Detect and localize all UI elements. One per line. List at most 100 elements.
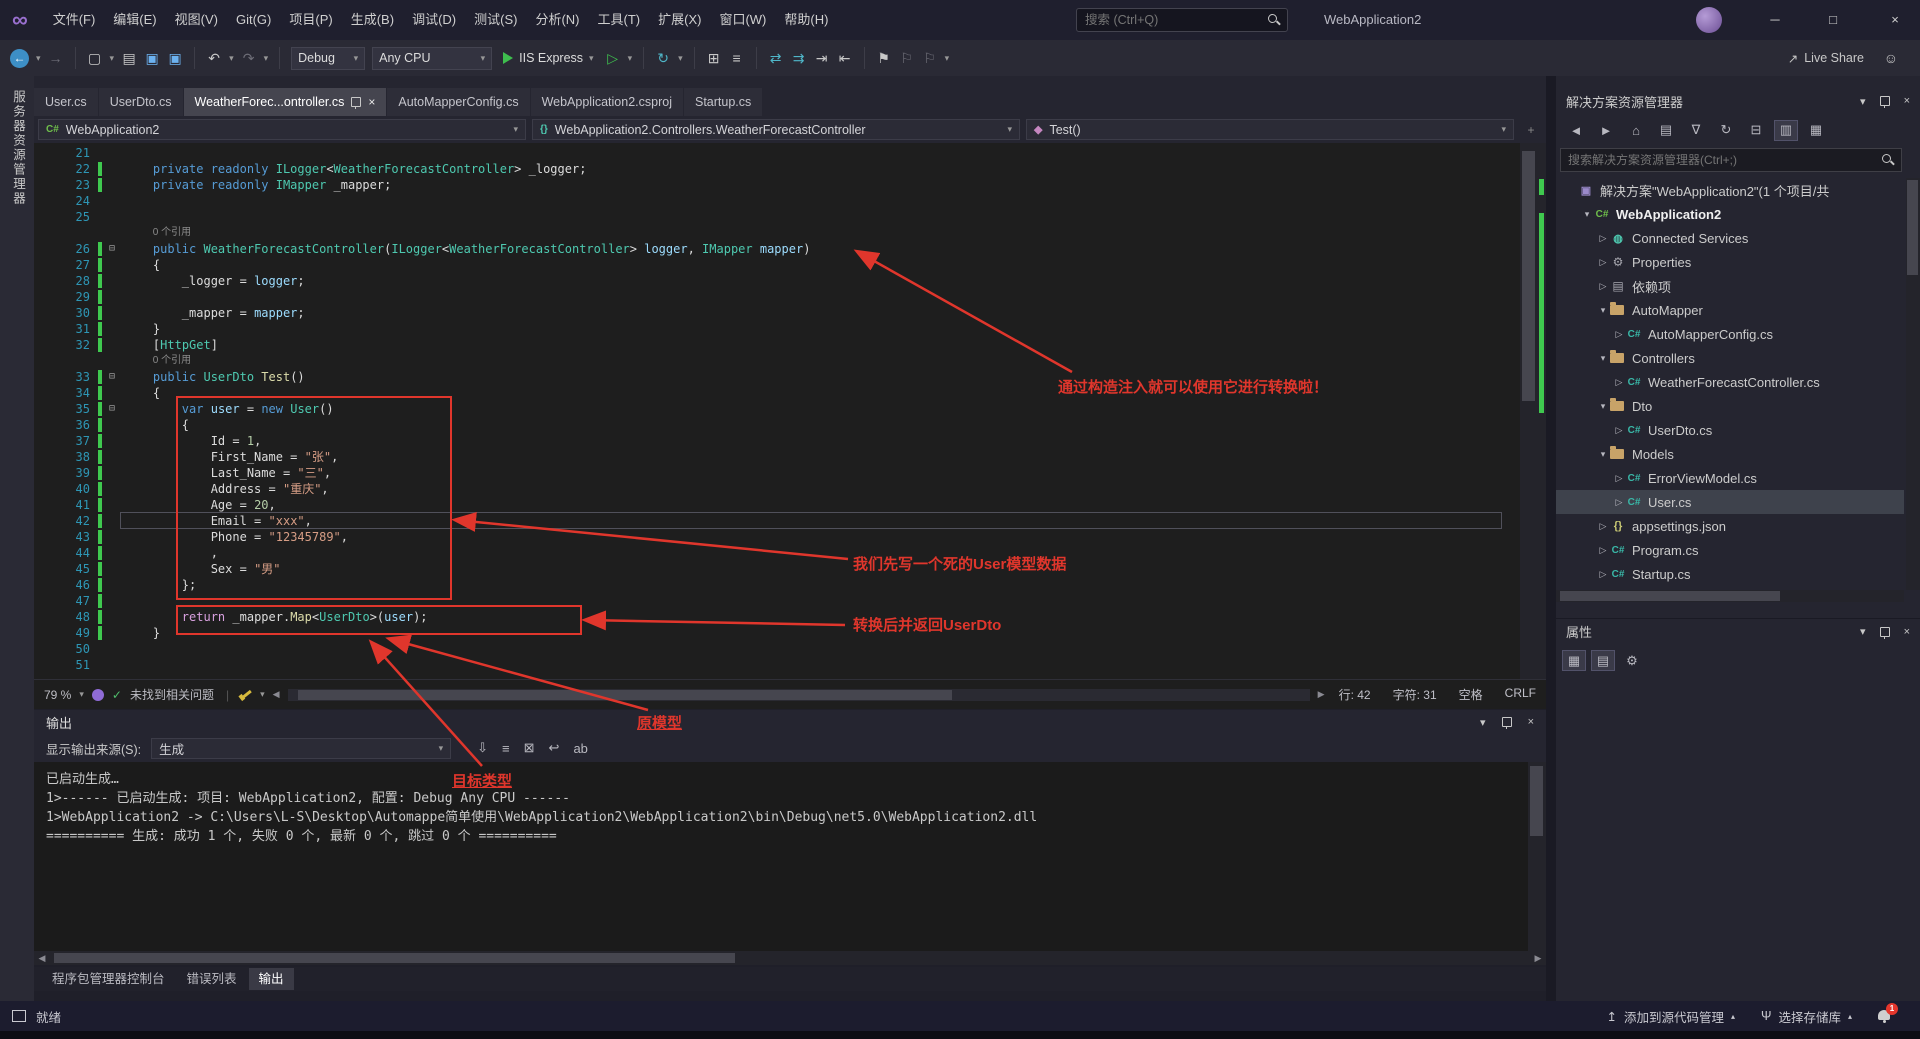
tree-item-Connected Services[interactable]: ▷ ◍ Connected Services [1556,226,1904,250]
live-share-button[interactable]: ↗ Live Share [1788,40,1864,76]
code-line-34[interactable]: 34 { [34,385,1546,401]
home-icon[interactable]: ⌂ [1624,120,1648,141]
editor-horizontal-scrollbar[interactable] [287,688,1310,701]
alphabetical-icon[interactable]: ▤ [1591,650,1615,671]
line-ending-indicator[interactable]: CRLF [1505,686,1536,703]
tree-item-appsettings.json[interactable]: ▷{} appsettings.json [1556,514,1904,538]
scroll-right-icon[interactable]: ▶ [1530,953,1546,964]
menu-item-窗口(W)[interactable]: 窗口(W) [710,0,775,40]
minimize-button[interactable]: ─ [1752,0,1798,40]
solution-configuration-combo[interactable]: Debug ▾ [291,46,366,70]
editor-vertical-scrollbar[interactable] [1520,143,1546,679]
tree-item-WebApplication2[interactable]: ▾ C# WebApplication2 [1556,202,1904,226]
close-icon[interactable]: × [1904,95,1910,107]
expand-arrow-icon[interactable]: ▷ [1596,281,1610,292]
new-project-icon[interactable]: ▢ [87,48,103,68]
scrollbar-thumb[interactable] [1907,180,1918,275]
chevron-down-icon[interactable]: ▾ [1860,625,1866,638]
next-bookmark-icon[interactable]: ⚐ [922,48,938,68]
menu-item-视图(V)[interactable]: 视图(V) [166,0,227,40]
menu-item-生成(B)[interactable]: 生成(B) [342,0,403,40]
toggle-wrap-icon[interactable]: ↩ [549,740,560,756]
expand-arrow-icon[interactable]: ▾ [1596,353,1610,364]
menu-item-项目(P)[interactable]: 项目(P) [280,0,341,40]
scroll-left-icon[interactable]: ◀ [34,953,50,964]
expand-arrow-icon[interactable]: ▷ [1596,545,1610,556]
expand-arrow-icon[interactable]: ▾ [1596,449,1610,460]
open-file-icon[interactable]: ▤ [121,48,137,68]
code-line-35[interactable]: 35 ⊟ var user = new User() [34,401,1546,417]
feedback-icon[interactable]: ☺ [1884,40,1898,76]
output-panel-header[interactable]: 输出 ▾ × [34,710,1546,734]
zoom-dropdown-icon[interactable]: ▾ [79,689,84,700]
document-health-icon[interactable] [91,688,104,701]
select-repository-button[interactable]: Ψ 选择存储库 ▴ [1761,1007,1852,1026]
code-line-47[interactable]: 47 [34,593,1546,609]
pin-icon[interactable] [1879,626,1890,639]
code-line-46[interactable]: 46 }; [34,577,1546,593]
project-dropdown[interactable]: C# WebApplication2 ▾ [38,119,526,140]
display-lines-icon[interactable]: ⇉ [791,48,807,68]
panel-tab-错误列表[interactable]: 错误列表 [177,968,247,990]
redo-icon[interactable]: ↷ [241,48,257,68]
add-to-source-control-button[interactable]: ↥ 添加到源代码管理 ▴ [1607,1007,1736,1026]
navigate-back-dropdown[interactable]: ▾ [36,53,41,64]
clear-all-icon[interactable]: ⊠ [524,740,535,756]
save-all-icon[interactable]: ▣ [167,48,183,68]
expand-arrow-icon[interactable]: ▷ [1612,377,1626,388]
close-icon[interactable]: × [368,95,375,109]
tree-item-UserDto.cs[interactable]: ▷ C# UserDto.cs [1556,418,1904,442]
run-target-dropdown[interactable]: ▾ [628,53,633,64]
switch-views-icon[interactable]: ▤ [1654,120,1678,141]
chevron-down-icon[interactable]: ▾ [1860,95,1866,108]
bookmark-icon[interactable]: ⚑ [876,48,892,68]
panel-tab-输出[interactable]: 输出 [248,968,294,990]
tree-horizontal-scrollbar[interactable] [1556,590,1904,602]
tab-Startup.cs[interactable]: Startup.cs [683,88,763,116]
menu-item-编辑(E)[interactable]: 编辑(E) [104,0,165,40]
code-line-51[interactable]: 51 [34,657,1546,673]
back-icon[interactable]: ◄ [1564,120,1588,141]
scrollbar-thumb[interactable] [1522,151,1535,401]
redo-dropdown[interactable]: ▾ [264,53,269,64]
find-in-files-icon[interactable]: ⊞ [706,48,722,68]
navigate-back-icon[interactable]: ← [10,48,29,68]
tab-WeatherForec...ontroller.cs[interactable]: WeatherForec...ontroller.cs × [183,88,387,116]
code-line-49[interactable]: 49 } [34,625,1546,641]
sync-with-active-document-icon[interactable]: ↻ [1714,120,1738,141]
expand-arrow-icon[interactable]: ▷ [1612,497,1626,508]
tree-item-依赖项[interactable]: ▷ ▤ 依赖项 [1556,274,1904,298]
code-line-50[interactable]: 50 [34,641,1546,657]
bookmark-dropdown[interactable]: ▾ [945,53,950,64]
code-line-26[interactable]: 26 ⊟ public WeatherForecastController(ILo… [34,241,1546,257]
goto-message-icon[interactable]: ⇩ [477,740,488,756]
user-avatar[interactable] [1696,7,1722,33]
tree-item-解决方案"WebApplication2"(1 个项目/共[interactable]: ▣ 解决方案"WebApplication2"(1 个项目/共 [1556,178,1904,202]
line-operations-icon[interactable]: ≡ [729,48,745,68]
property-pages-icon[interactable]: ⚙ [1620,650,1644,671]
undo-icon[interactable]: ↶ [206,48,222,68]
codelens-row[interactable]: 0 个引用 [34,353,1546,369]
code-line-38[interactable]: 38 First_Name = "张", [34,449,1546,465]
code-line-36[interactable]: 36 { [34,417,1546,433]
tree-item-ErrorViewModel.cs[interactable]: ▷ C# ErrorViewModel.cs [1556,466,1904,490]
menu-item-分析(N)[interactable]: 分析(N) [526,0,588,40]
tree-item-Program.cs[interactable]: ▷ C# Program.cs [1556,538,1904,562]
tree-item-AutoMapper[interactable]: ▾ AutoMapper [1556,298,1904,322]
tree-item-Controllers[interactable]: ▾ Controllers [1556,346,1904,370]
code-line-40[interactable]: 40 Address = "重庆", [34,481,1546,497]
menu-item-测试(S)[interactable]: 测试(S) [465,0,526,40]
code-line-30[interactable]: 30 _mapper = mapper; [34,305,1546,321]
fold-marker[interactable]: ⊟ [105,369,119,385]
outdent-icon[interactable]: ⇤ [837,48,853,68]
prev-bookmark-icon[interactable]: ⚐ [899,48,915,68]
solution-platform-combo[interactable]: Any CPU ▾ [372,46,493,70]
search-input[interactable] [1077,13,1267,27]
code-line-43[interactable]: 43 Phone = "12345789", [34,529,1546,545]
output-vertical-scrollbar[interactable] [1528,762,1546,951]
message-list-icon[interactable]: ≡ [502,741,510,756]
new-project-dropdown[interactable]: ▾ [110,53,115,64]
scrollbar-thumb[interactable] [54,953,735,963]
close-icon[interactable]: × [1528,716,1534,728]
pin-icon[interactable] [1879,96,1890,108]
